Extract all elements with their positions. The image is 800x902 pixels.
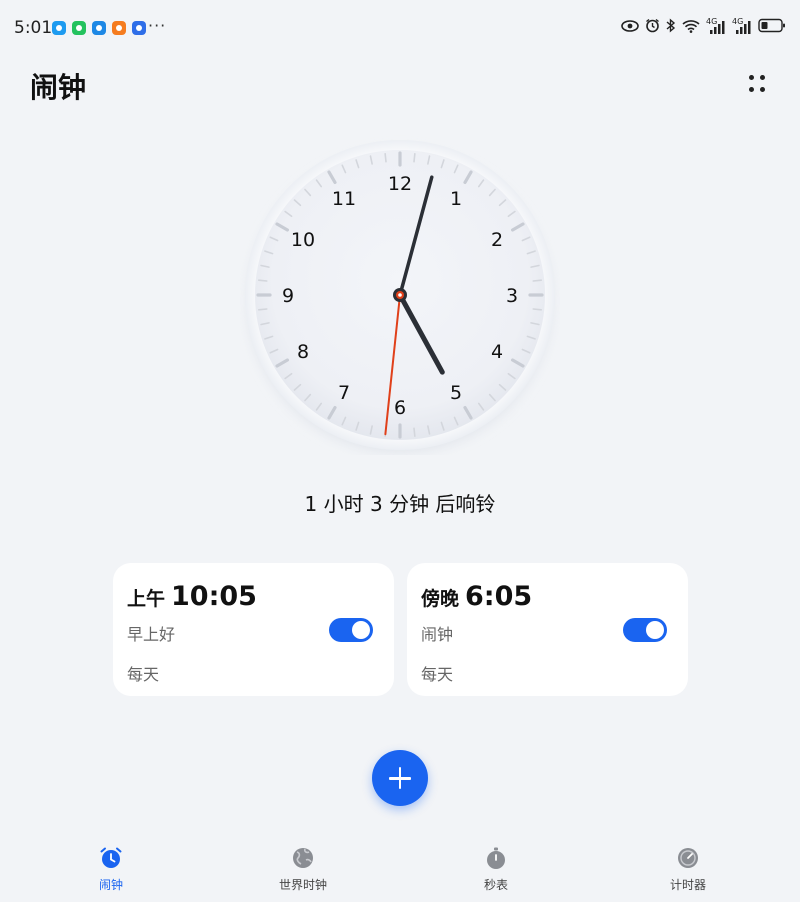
status-time: 5:01 bbox=[14, 18, 53, 38]
nav-stopwatch[interactable]: 秒表 bbox=[436, 846, 556, 898]
alarm-period: 傍晚 bbox=[421, 588, 460, 610]
app-notification-icon bbox=[112, 21, 126, 35]
analog-clock: 12 1 2 3 4 5 6 7 8 9 10 11 bbox=[240, 135, 560, 455]
cellular-signal-icon: 4G bbox=[706, 17, 726, 35]
alarm-status-icon bbox=[645, 18, 660, 37]
more-options-button[interactable] bbox=[740, 68, 774, 100]
alarm-card[interactable]: 上午 10:05 早上好 每天 bbox=[113, 563, 394, 696]
clock-numeral: 10 bbox=[291, 229, 315, 251]
clock-numeral: 8 bbox=[297, 341, 309, 363]
bluetooth-icon bbox=[666, 18, 676, 37]
status-bar: 5:01 ··· 4G 4G bbox=[0, 0, 800, 56]
app-notification-icon bbox=[92, 21, 106, 35]
nav-label: 秒表 bbox=[483, 878, 508, 892]
clock-numeral: 5 bbox=[450, 382, 462, 404]
alarm-toggle[interactable] bbox=[623, 618, 667, 642]
more-notifications-indicator: ··· bbox=[148, 16, 167, 35]
nav-world-clock[interactable]: 世界时钟 bbox=[243, 846, 363, 898]
wifi-icon bbox=[682, 18, 700, 37]
alarm-card[interactable]: 傍晚 6:05 闹钟 每天 bbox=[407, 563, 688, 696]
app-notification-icon bbox=[132, 21, 146, 35]
minor-tick bbox=[532, 308, 543, 311]
minor-tick bbox=[257, 308, 268, 311]
notification-icons bbox=[52, 21, 146, 35]
toggle-knob bbox=[352, 621, 370, 639]
minor-tick bbox=[413, 427, 416, 438]
alarm-repeat: 每天 bbox=[421, 665, 454, 684]
minor-tick bbox=[384, 152, 387, 163]
bottom-navigation: 闹钟 世界时钟 秒表 计时器 bbox=[0, 836, 800, 902]
nav-label: 计时器 bbox=[669, 878, 706, 892]
clock-center-pin bbox=[398, 293, 402, 297]
alarm-clock-time: 10:05 bbox=[171, 581, 257, 612]
alarm-label: 闹钟 bbox=[421, 625, 454, 644]
battery-icon bbox=[758, 18, 786, 37]
stopwatch-icon bbox=[484, 846, 508, 870]
add-alarm-button[interactable] bbox=[372, 750, 428, 806]
clock-numeral: 11 bbox=[332, 188, 356, 210]
alarm-period: 上午 bbox=[127, 588, 166, 610]
globe-icon bbox=[291, 846, 315, 870]
clock-numeral: 12 bbox=[388, 173, 412, 195]
alarm-clock-time: 6:05 bbox=[465, 581, 533, 612]
cellular-signal-icon: 4G bbox=[732, 17, 752, 35]
page-title: 闹钟 bbox=[30, 71, 87, 104]
clock-face: 121234567891011 bbox=[245, 140, 555, 453]
system-status-icons: 4G 4G bbox=[621, 17, 786, 37]
minor-tick bbox=[532, 279, 543, 282]
clock-numeral: 4 bbox=[491, 341, 503, 363]
toggle-knob bbox=[646, 621, 664, 639]
clock-numeral: 2 bbox=[491, 229, 503, 251]
app-notification-icon bbox=[52, 21, 66, 35]
minor-tick bbox=[413, 152, 416, 163]
clock-numeral: 1 bbox=[450, 188, 462, 210]
alarm-toggle[interactable] bbox=[329, 618, 373, 642]
clock-numeral: 9 bbox=[282, 285, 294, 307]
alarm-time: 傍晚 6:05 bbox=[421, 581, 532, 612]
clock-numeral: 6 bbox=[394, 397, 406, 419]
clock-numeral: 3 bbox=[506, 285, 518, 307]
alarm-time: 上午 10:05 bbox=[127, 581, 257, 612]
timer-icon bbox=[676, 846, 700, 870]
clock-numeral: 7 bbox=[338, 382, 350, 404]
nav-timer[interactable]: 计时器 bbox=[628, 846, 748, 898]
next-alarm-countdown: 1 小时 3 分钟 后响铃 bbox=[304, 492, 496, 516]
nav-label: 闹钟 bbox=[98, 878, 123, 892]
alarm-label: 早上好 bbox=[127, 625, 176, 644]
minor-tick bbox=[257, 279, 268, 282]
nav-label: 世界时钟 bbox=[278, 878, 327, 892]
app-notification-icon bbox=[72, 21, 86, 35]
eye-comfort-icon bbox=[621, 18, 639, 37]
nav-alarm[interactable]: 闹钟 bbox=[51, 846, 171, 898]
alarm-clock-icon bbox=[99, 846, 123, 870]
alarm-repeat: 每天 bbox=[127, 665, 160, 684]
